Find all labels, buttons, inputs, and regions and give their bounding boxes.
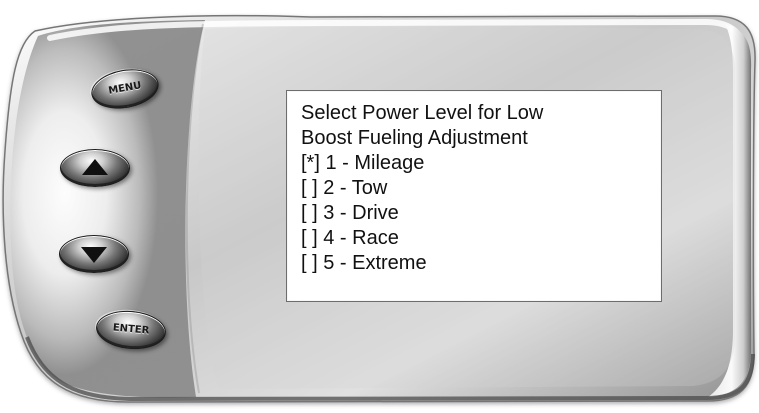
power-level-option-tow[interactable]: [ ] 2 - Tow	[301, 176, 651, 201]
up-button[interactable]	[60, 149, 130, 187]
enter-button-label: ENTER	[112, 322, 150, 337]
triangle-up-icon	[82, 159, 108, 175]
menu-button-label: MENU	[107, 80, 143, 97]
screen-title-line-2: Boost Fueling Adjustment	[301, 127, 528, 149]
triangle-down-icon	[81, 247, 107, 263]
lcd-screen: Select Power Level for Low Boost Fueling…	[286, 90, 662, 302]
down-button[interactable]	[59, 235, 129, 273]
screen-title-line-1: Select Power Level for Low	[301, 102, 544, 124]
screen-menu-text: Select Power Level for Low Boost Fueling…	[301, 101, 651, 276]
power-level-option-extreme[interactable]: [ ] 5 - Extreme	[301, 251, 651, 276]
tuner-device-screenshot: Select Power Level for Low Boost Fueling…	[0, 0, 759, 413]
power-level-option-mileage[interactable]: [*] 1 - Mileage	[301, 151, 651, 176]
handheld-tuner-device: Select Power Level for Low Boost Fueling…	[0, 0, 759, 413]
power-level-option-race[interactable]: [ ] 4 - Race	[301, 226, 651, 251]
power-level-option-drive[interactable]: [ ] 3 - Drive	[301, 201, 651, 226]
